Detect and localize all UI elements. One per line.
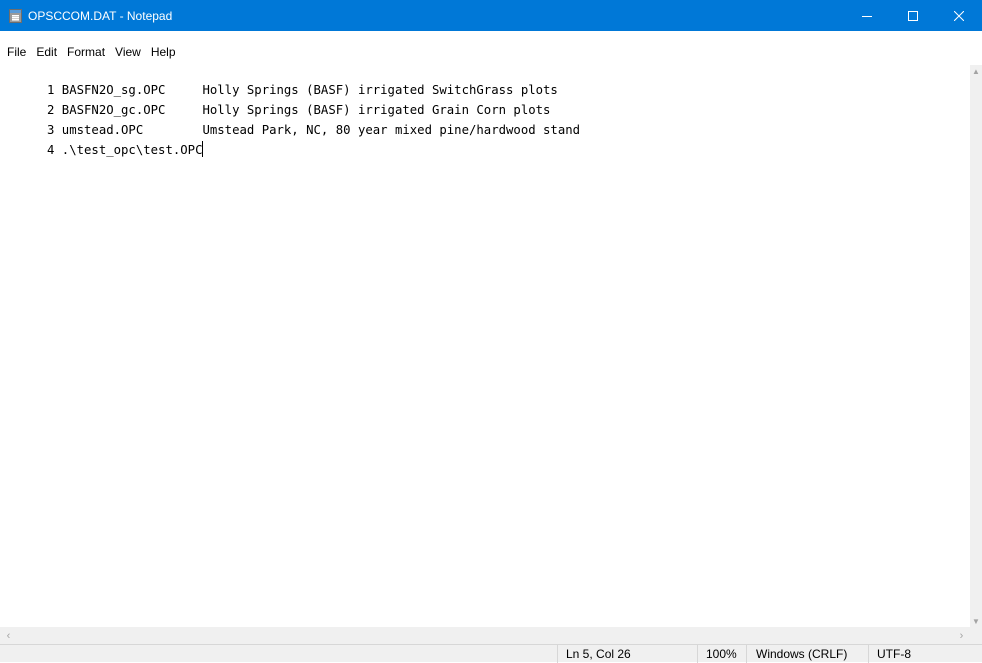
maximize-icon — [908, 10, 918, 21]
menu-bar: File Edit Format View Help — [0, 41, 982, 63]
status-separator — [868, 645, 869, 663]
status-separator — [746, 645, 747, 663]
text-line-with-caret: 4 .\test_opc\test.OPC — [47, 140, 204, 160]
maximize-button[interactable] — [890, 0, 936, 31]
window-controls — [844, 0, 982, 31]
scroll-up-icon[interactable]: ▲ — [970, 65, 982, 77]
status-zoom: 100% — [706, 647, 737, 661]
text-line: 1 BASFN2O_sg.OPC Holly Springs (BASF) ir… — [47, 83, 558, 97]
close-icon — [954, 10, 964, 21]
status-cursor-position: Ln 5, Col 26 — [566, 647, 631, 661]
minimize-icon — [862, 15, 872, 17]
minimize-button[interactable] — [844, 0, 890, 31]
status-separator — [697, 645, 698, 663]
title-bar[interactable]: OPSCCOM.DAT - Notepad — [0, 0, 982, 31]
vertical-scrollbar[interactable]: ▲ ▼ — [970, 65, 982, 627]
window-title: OPSCCOM.DAT - Notepad — [28, 8, 173, 23]
text-editor[interactable]: 1 BASFN2O_sg.OPC Holly Springs (BASF) ir… — [0, 65, 970, 627]
menu-view[interactable]: View — [110, 45, 146, 59]
text-line: 2 BASFN2O_gc.OPC Holly Springs (BASF) ir… — [47, 103, 551, 117]
scroll-right-icon[interactable]: › — [953, 628, 970, 644]
status-line-endings: Windows (CRLF) — [756, 647, 848, 661]
scroll-down-icon[interactable]: ▼ — [970, 615, 982, 627]
status-separator — [557, 645, 558, 663]
notepad-icon — [9, 8, 22, 23]
menu-help[interactable]: Help — [146, 45, 181, 59]
status-bar: Ln 5, Col 26 100% Windows (CRLF) UTF-8 — [0, 644, 982, 663]
text-caret — [202, 141, 204, 157]
status-encoding: UTF-8 — [877, 647, 911, 661]
menu-edit[interactable]: Edit — [31, 45, 62, 59]
text-line: 3 umstead.OPC Umstead Park, NC, 80 year … — [47, 123, 581, 137]
horizontal-scrollbar[interactable]: ‹ › — [0, 627, 970, 644]
menu-format[interactable]: Format — [62, 45, 110, 59]
close-button[interactable] — [936, 0, 982, 31]
menu-file[interactable]: File — [2, 45, 31, 59]
scrollbar-corner — [970, 627, 982, 644]
text-line-content: 4 .\test_opc\test.OPC — [47, 143, 203, 157]
scroll-left-icon[interactable]: ‹ — [0, 628, 17, 644]
